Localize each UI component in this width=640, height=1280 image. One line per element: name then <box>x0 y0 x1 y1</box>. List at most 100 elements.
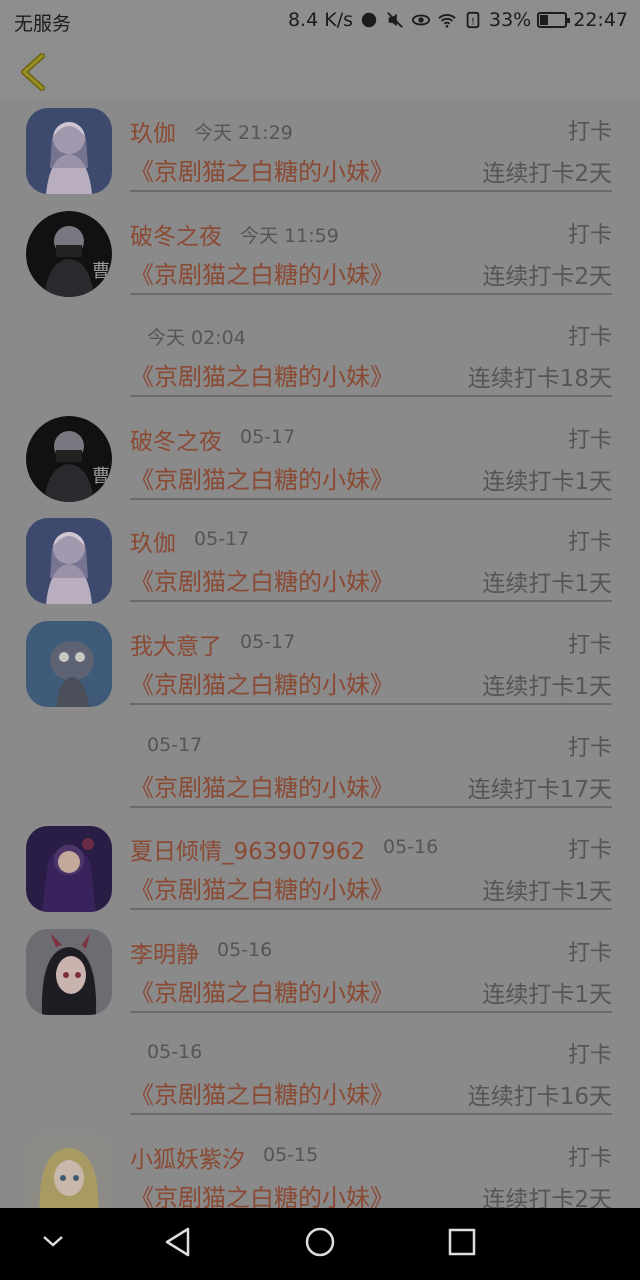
checkin-time: 05-17 <box>147 733 203 756</box>
mute-icon <box>387 12 403 28</box>
user-name[interactable]: 破冬之夜 <box>130 422 222 456</box>
status-right: 8.4 K/s ! 33% 22:47 <box>288 9 628 31</box>
book-title-link[interactable]: 《京剧猫之白糖的小妹》 <box>130 973 394 1008</box>
checkin-feed: 玖伽 今天 21:29 打卡 《京剧猫之白糖的小妹》 连续打卡2天曹破冬之夜 今天 11:… <box>0 98 640 1208</box>
checkin-row[interactable]: 曹破冬之夜 今天 11:59 打卡《京剧猫之白糖的小妹》 连续打卡2天 <box>0 201 640 304</box>
book-title-link[interactable]: 《京剧猫之白糖的小妹》 <box>130 870 394 905</box>
checkin-tag: 打卡 <box>567 1145 612 1171</box>
book-title-link[interactable]: 《京剧猫之白糖的小妹》 <box>130 357 394 392</box>
streak-text: 连续打卡2天 <box>482 161 612 187</box>
streak-text: 连续打卡16天 <box>467 1084 612 1111</box>
user-name[interactable]: 夏日倾情_963907962 <box>130 832 365 866</box>
checkin-tag: 打卡 <box>567 1043 612 1069</box>
book-title-link[interactable]: 《京剧猫之白糖的小妹》 <box>130 665 394 700</box>
streak-text: 连续打卡2天 <box>482 1186 612 1208</box>
streak-text: 连续打卡18天 <box>467 366 612 393</box>
checkin-tag: 打卡 <box>567 120 612 145</box>
book-title-link[interactable]: 《京剧猫之白糖的小妹》 <box>130 255 394 290</box>
book-title-link[interactable]: 《京剧猫之白糖的小妹》 <box>130 768 394 803</box>
book-title-link[interactable]: 《京剧猫之白糖的小妹》 <box>130 460 394 495</box>
row-divider <box>130 1113 612 1116</box>
avatar[interactable]: 曹 <box>26 210 112 297</box>
clock: 22:47 <box>573 9 628 31</box>
book-title-link[interactable]: 《京剧猫之白糖的小妹》 <box>130 562 394 597</box>
checkin-time: 今天 02:04 <box>147 327 246 350</box>
navigation-bar <box>0 1208 640 1280</box>
checkin-tag: 打卡 <box>567 632 612 658</box>
svg-text:曹: 曹 <box>92 466 110 487</box>
avatar[interactable] <box>26 108 112 194</box>
hd-icon <box>361 12 377 28</box>
user-name[interactable]: 玖伽 <box>130 524 176 558</box>
streak-text: 连续打卡2天 <box>482 263 612 290</box>
chevron-down-icon[interactable] <box>38 1226 68 1256</box>
checkin-row[interactable]: 05-16 打卡《京剧猫之白糖的小妹》 连续打卡16天 <box>0 1021 640 1124</box>
checkin-row[interactable]: 我大意了 05-17 打卡《京剧猫之白糖的小妹》 连续打卡1天 <box>0 611 640 714</box>
wifi-icon <box>438 14 456 28</box>
checkin-tag: 打卡 <box>567 325 612 351</box>
checkin-tag: 打卡 <box>567 940 612 966</box>
checkin-time: 今天 11:59 <box>240 224 339 247</box>
user-name[interactable]: 玖伽 <box>130 114 176 148</box>
row-divider <box>130 600 612 603</box>
checkin-tag: 打卡 <box>567 427 612 453</box>
header <box>0 42 640 98</box>
row-divider <box>130 1010 612 1013</box>
sim-alert-icon: ! <box>466 11 480 29</box>
checkin-time: 05-15 <box>263 1143 319 1166</box>
checkin-row[interactable]: 小狐妖紫汐 05-15 打卡《京剧猫之白糖的小妹》 连续打卡2天 <box>0 1124 640 1208</box>
checkin-row[interactable]: 李明静 05-16 打卡《京剧猫之白糖的小妹》 连续打卡1天 <box>0 919 640 1022</box>
home-circle-icon[interactable] <box>304 1226 336 1258</box>
avatar[interactable] <box>26 1133 112 1208</box>
streak-text: 连续打卡1天 <box>482 468 612 495</box>
avatar[interactable] <box>26 620 112 707</box>
book-title-link[interactable]: 《京剧猫之白糖的小妹》 <box>130 152 394 187</box>
checkin-row[interactable]: 05-17 打卡《京剧猫之白糖的小妹》 连续打卡17天 <box>0 714 640 817</box>
streak-text: 连续打卡1天 <box>482 981 612 1008</box>
checkin-time: 05-17 <box>240 425 296 448</box>
book-title-link[interactable]: 《京剧猫之白糖的小妹》 <box>130 1178 394 1208</box>
checkin-tag: 打卡 <box>567 530 612 556</box>
eye-icon <box>412 14 430 26</box>
status-bar: 无服务 8.4 K/s ! 33% 22:47 <box>0 0 640 42</box>
row-divider <box>130 805 612 808</box>
checkin-row[interactable]: 夏日倾情_963907962 05-16 打卡 《京剧猫之白糖的小妹》 连续打卡1天 <box>0 816 640 919</box>
checkin-time: 05-16 <box>147 1041 203 1064</box>
battery-icon <box>537 12 571 28</box>
checkin-row[interactable]: 玖伽 今天 21:29 打卡《京剧猫之白糖的小妹》 连续打卡2天 <box>0 98 640 201</box>
avatar[interactable] <box>26 826 112 913</box>
checkin-row[interactable]: 今天 02:04 打卡《京剧猫之白糖的小妹》 连续打卡18天 <box>0 303 640 406</box>
chevron-left-icon[interactable] <box>14 50 54 94</box>
checkin-time: 05-16 <box>217 938 273 961</box>
streak-text: 连续打卡1天 <box>482 571 612 598</box>
row-divider <box>130 702 612 705</box>
row-divider <box>130 908 612 911</box>
user-name[interactable]: 小狐妖紫汐 <box>130 1140 245 1174</box>
avatar[interactable] <box>26 518 112 605</box>
avatar[interactable] <box>26 928 112 1015</box>
checkin-time: 05-17 <box>194 528 250 551</box>
streak-text: 连续打卡1天 <box>482 879 612 906</box>
svg-text:!: ! <box>471 17 475 28</box>
checkin-row[interactable]: 曹破冬之夜 05-17 打卡《京剧猫之白糖的小妹》 连续打卡1天 <box>0 406 640 509</box>
row-divider <box>130 292 612 295</box>
checkin-time: 今天 21:29 <box>194 122 293 144</box>
avatar[interactable]: 曹 <box>26 415 112 502</box>
row-divider <box>130 395 612 398</box>
carrier-text: 无服务 <box>14 13 72 35</box>
checkin-tag: 打卡 <box>567 222 612 248</box>
checkin-time: 05-16 <box>383 836 439 859</box>
user-name[interactable]: 李明静 <box>130 935 199 969</box>
recent-square-icon[interactable] <box>446 1226 478 1258</box>
svg-text:曹: 曹 <box>92 261 110 282</box>
checkin-row[interactable]: 玖伽 05-17 打卡《京剧猫之白糖的小妹》 连续打卡1天 <box>0 508 640 611</box>
checkin-time: 05-17 <box>240 630 296 653</box>
user-name[interactable]: 我大意了 <box>130 627 222 661</box>
checkin-tag: 打卡 <box>567 735 612 761</box>
row-divider <box>130 497 612 500</box>
book-title-link[interactable]: 《京剧猫之白糖的小妹》 <box>130 1075 394 1110</box>
user-name[interactable]: 破冬之夜 <box>130 217 222 251</box>
streak-text: 连续打卡1天 <box>482 673 612 700</box>
streak-text: 连续打卡17天 <box>467 776 612 803</box>
back-triangle-icon[interactable] <box>162 1226 194 1258</box>
